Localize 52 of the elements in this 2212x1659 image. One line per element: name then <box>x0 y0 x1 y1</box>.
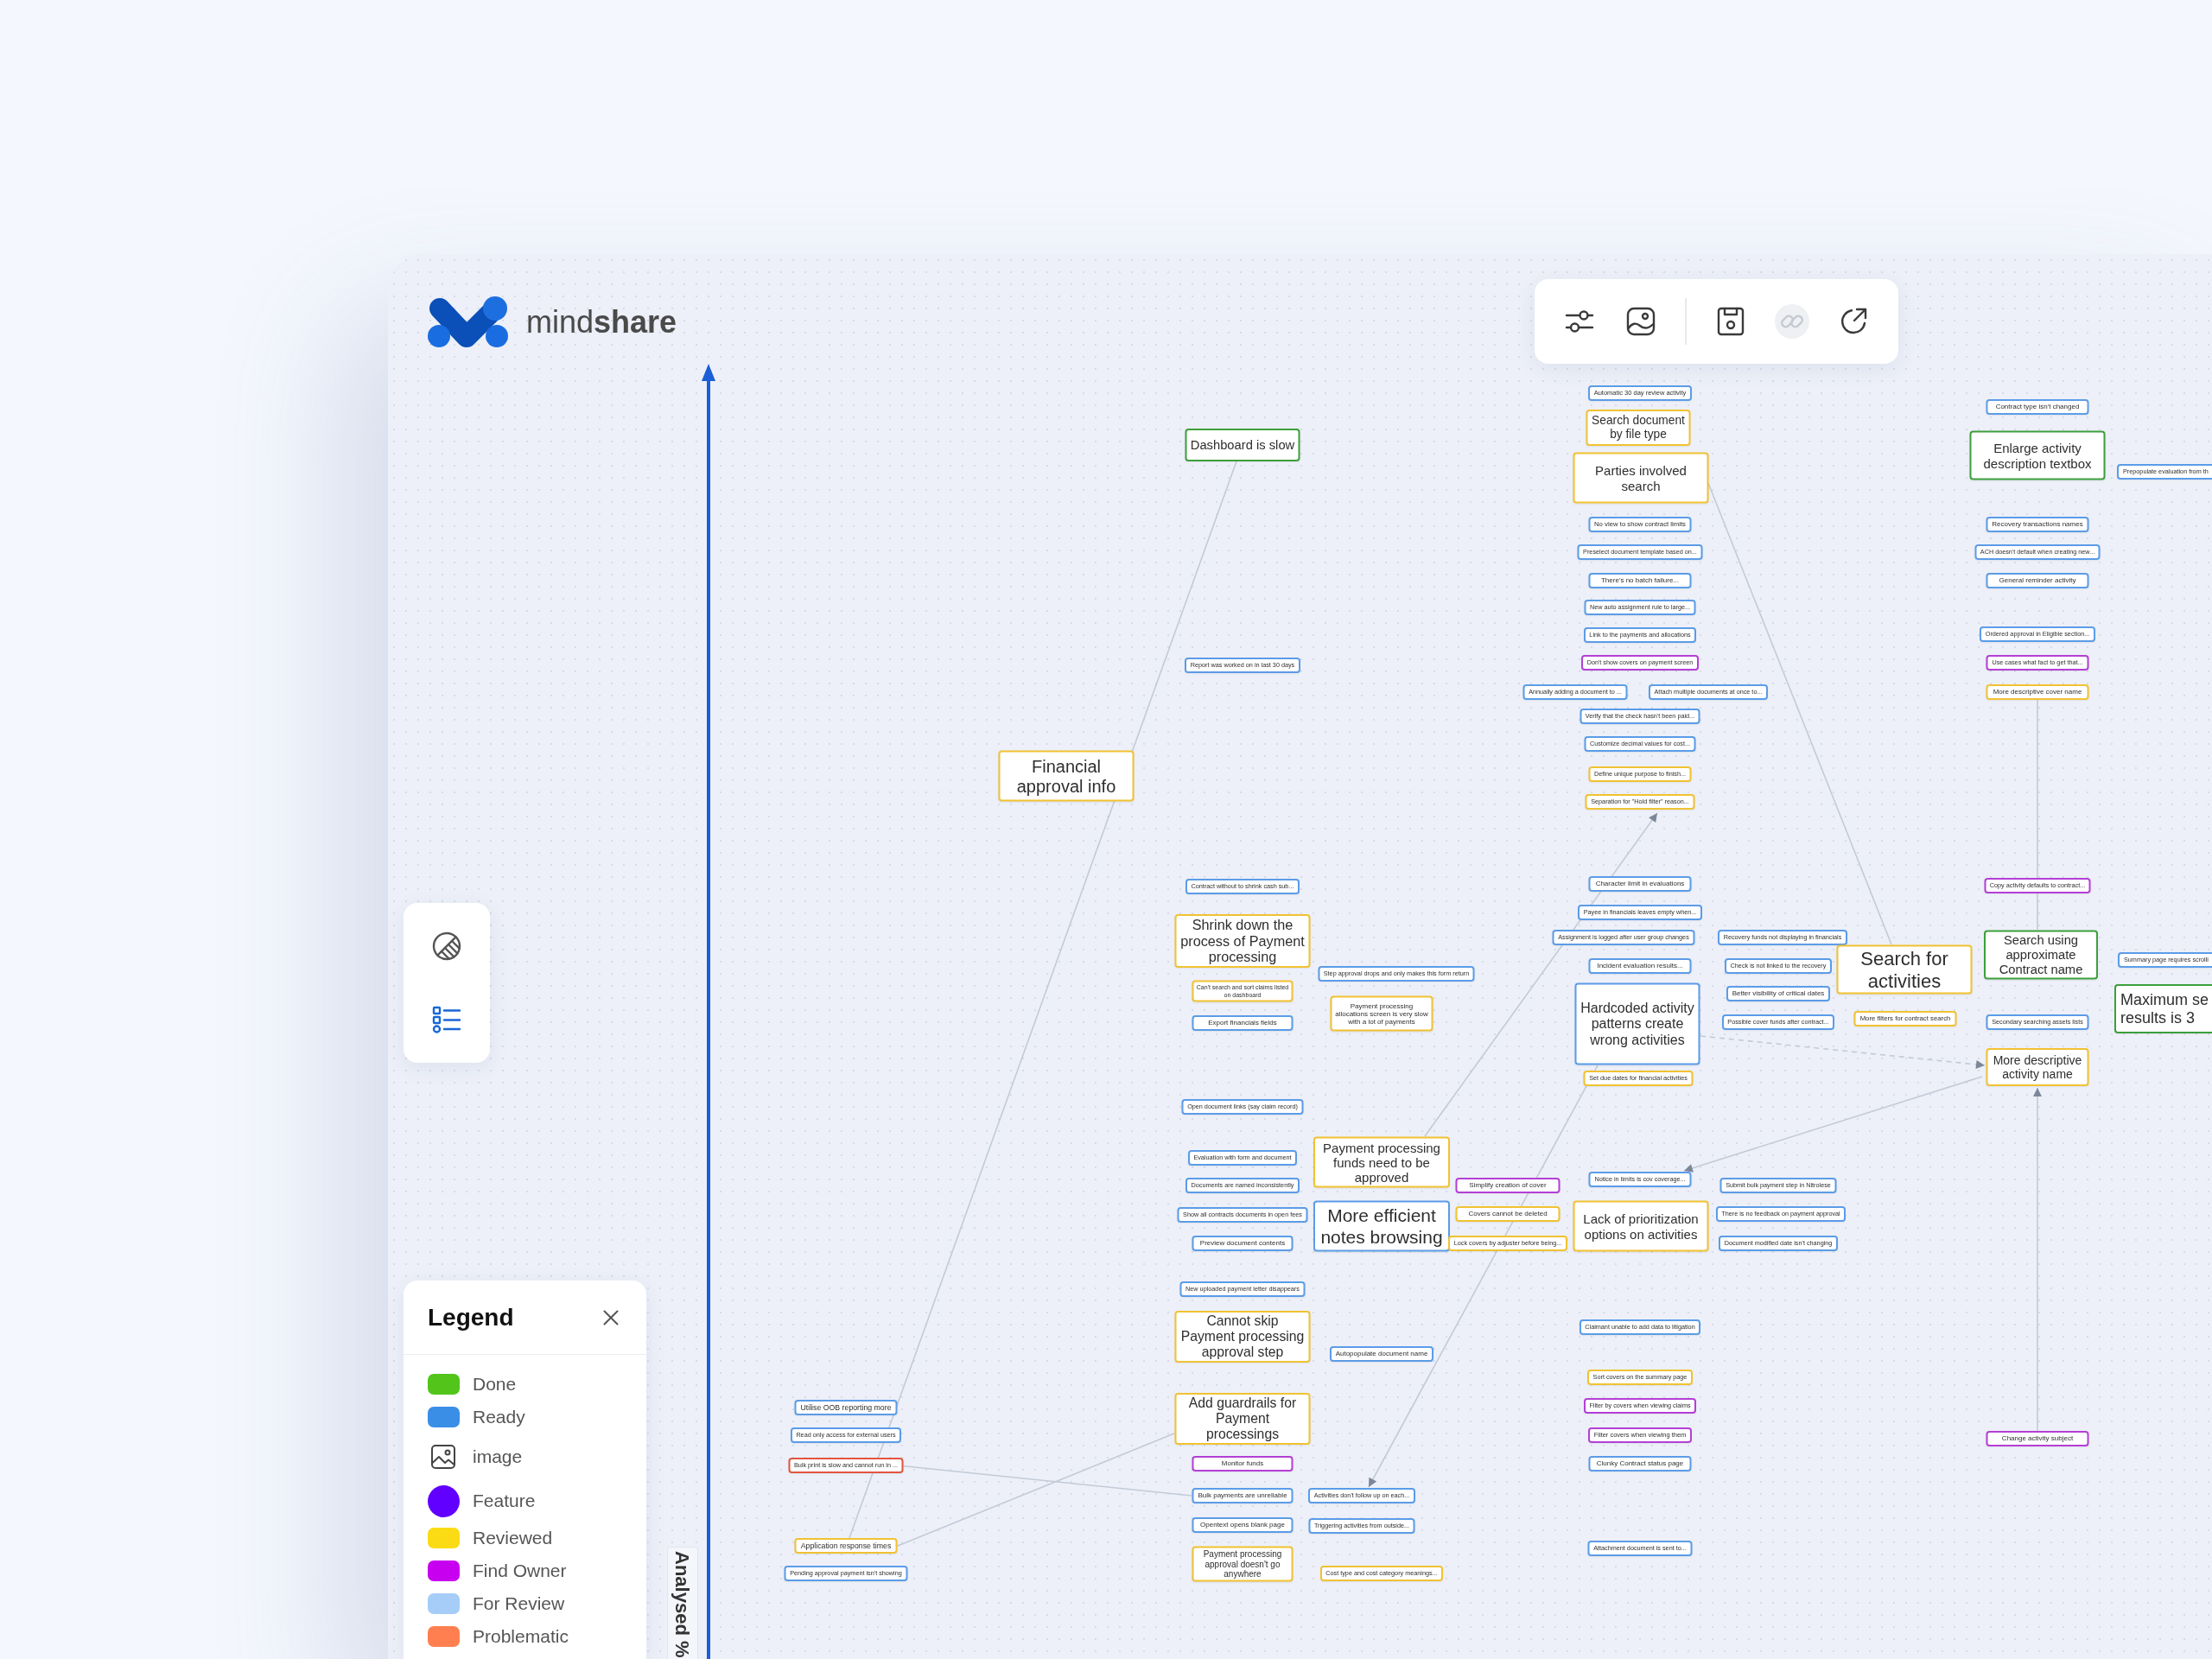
idea-node: Preview document contents <box>1192 1236 1294 1251</box>
idea-node: Hardcoded activity patterns create wrong activities <box>1574 982 1700 1065</box>
legend-label: Problematic <box>473 1625 569 1649</box>
idea-node: More descriptive cover name <box>1986 684 2089 700</box>
idea-node: Change activity subject <box>1986 1431 2089 1446</box>
legend-label: For Review <box>473 1592 565 1616</box>
idea-node: More efficient notes browsing <box>1313 1200 1450 1252</box>
idea-node: Search for activities <box>1836 944 1973 995</box>
idea-node: Export financials fields <box>1192 1015 1294 1031</box>
legend-label: Find Owner <box>473 1560 567 1583</box>
legend-label: Feature <box>473 1490 536 1513</box>
idea-node: Character limit in evaluations <box>1588 876 1692 892</box>
idea-node: Shrink down the process of Payment processing <box>1174 914 1311 968</box>
idea-node: Utilise OOB reporting more <box>794 1400 898 1415</box>
idea-node: Maximum se results is 3 <box>2114 984 2212 1033</box>
idea-node: Add guardrails for Payment processings <box>1174 1393 1311 1445</box>
close-icon[interactable] <box>603 1309 619 1325</box>
idea-node: Financial approval info <box>998 750 1135 802</box>
legend-title: Legend <box>428 1302 514 1332</box>
idea-node: Search document by file type <box>1586 410 1691 446</box>
idea-node: Simplify creation of cover <box>1455 1178 1560 1193</box>
idea-node: Payment processing approval doesn't go anywhere <box>1192 1546 1294 1582</box>
idea-node: Lack of prioritization options on activities <box>1573 1200 1709 1252</box>
idea-node: Enlarge activity description textbox <box>1969 430 2106 480</box>
idea-node: Application response times <box>794 1538 898 1554</box>
idea-node: Search using approximate Contract name <box>1984 930 2098 980</box>
image-icon <box>430 1444 456 1470</box>
idea-node: Autopopulate document name <box>1330 1346 1433 1362</box>
idea-node: Payment processing allocations screen is very slow with a lot of payments <box>1330 995 1433 1032</box>
idea-node: Payment processing funds need to be approved <box>1313 1136 1450 1188</box>
idea-node: Parties involved search <box>1573 452 1709 504</box>
idea-node: Opentext opens blank page <box>1192 1517 1294 1533</box>
idea-node: Recovery transactions names <box>1986 517 2089 532</box>
axis-label: Analysed % <box>667 1547 698 1659</box>
idea-node: Covers cannot be deleted <box>1455 1206 1560 1222</box>
idea-node: General reminder activity <box>1986 573 2089 588</box>
idea-node: Bulk payments are unreliable <box>1192 1488 1294 1503</box>
legend-label: image <box>473 1446 523 1469</box>
legend-label: Ready <box>473 1406 525 1429</box>
idea-node: Contract type isn't changed <box>1986 399 2089 415</box>
idea-node: More descriptive activity name <box>1986 1048 2089 1086</box>
idea-node: Better visibility of critical dates <box>1726 986 1830 1001</box>
logo-icon <box>428 296 509 348</box>
legend-label: Reviewed <box>473 1527 553 1550</box>
idea-node: Clunky Contract status page <box>1588 1456 1692 1471</box>
brand-name: mindshare <box>526 307 677 338</box>
idea-node: Cannot skip Payment processing approval step <box>1174 1311 1311 1363</box>
idea-node: Incident evaluation results... <box>1588 958 1692 974</box>
idea-node: There's no batch failure... <box>1588 573 1692 588</box>
idea-node: Monitor funds <box>1192 1456 1294 1471</box>
legend-label: Done <box>473 1373 517 1396</box>
idea-node: Dashboard is slow <box>1185 429 1300 461</box>
